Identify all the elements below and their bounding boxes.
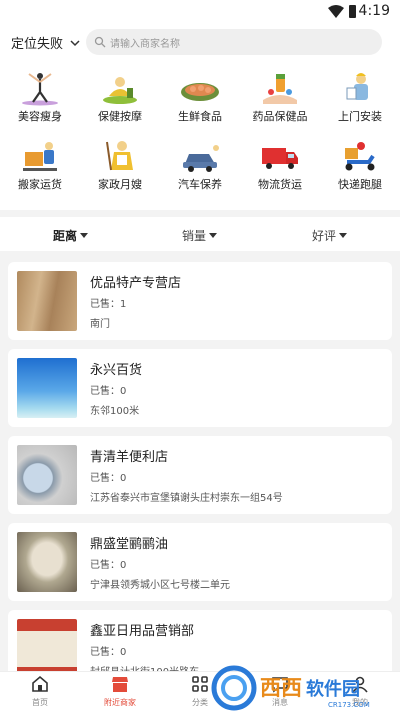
store-card[interactable]: 优品特产专营店 已售：1 南门	[8, 262, 392, 340]
category-label: 保健按摩	[98, 110, 142, 123]
sort-label: 距离	[53, 229, 78, 243]
search-icon	[94, 36, 106, 48]
category-label: 快递跑腿	[338, 178, 382, 191]
store-thumbnail	[17, 445, 77, 505]
store-sold-count: 已售：0	[90, 386, 127, 397]
dropdown-triangle-icon	[209, 233, 218, 238]
sort-bar: 距离 销量 好评	[0, 217, 400, 251]
category-installation[interactable]: 上门安装	[320, 64, 400, 124]
seafood-icon	[181, 83, 219, 101]
watermark-site: CR173.COM	[328, 701, 370, 709]
store-address: 宁津县领秀城小区七号楼二单元	[90, 580, 230, 591]
category-label: 药品保健品	[252, 110, 308, 123]
store-sold-count: 已售：0	[90, 647, 127, 658]
grid-icon	[192, 676, 208, 692]
category-massage[interactable]: 保健按摩	[80, 64, 160, 124]
store-name: 优品特产专营店	[90, 276, 182, 291]
category-label: 美容瘦身	[18, 110, 62, 123]
home-icon	[32, 675, 48, 692]
store-name: 鼎盛堂鹂鹂油	[90, 537, 169, 552]
dropdown-triangle-icon	[339, 233, 348, 238]
store-thumbnail	[17, 619, 77, 671]
category-medicine[interactable]: 药品保健品	[240, 64, 320, 124]
category-label: 生鲜食品	[178, 110, 222, 123]
store-name: 青清羊便利店	[90, 450, 169, 465]
yoga-icon	[22, 73, 58, 106]
tab-home[interactable]: 首页	[0, 675, 80, 708]
category-label: 上门安装	[338, 110, 382, 123]
store-card[interactable]: 鑫亚日用品营销部 已售：0 封邱县计北街100米路东	[8, 610, 392, 671]
sort-distance[interactable]: 距离	[53, 227, 89, 244]
status-time: 4:19	[358, 3, 390, 19]
wifi-icon	[328, 5, 344, 18]
tab-label: 首页	[32, 698, 48, 707]
search-placeholder: 请输入商家名称	[110, 38, 180, 50]
store-sold-count: 已售：0	[90, 560, 127, 571]
store-sold-count: 已售：1	[90, 299, 127, 310]
massage-icon	[103, 77, 137, 104]
category-courier[interactable]: 快递跑腿	[320, 132, 400, 192]
search-input[interactable]: 请输入商家名称	[86, 29, 382, 55]
watermark-text-1: 西西	[260, 676, 302, 700]
category-beauty[interactable]: 美容瘦身	[0, 64, 80, 124]
tab-nearby[interactable]: 附近商家	[80, 675, 160, 708]
store-card[interactable]: 青清羊便利店 已售：0 江苏省泰兴市宣堡镇谢头庄村崇东一组54号	[8, 436, 392, 514]
category-label: 物流货运	[258, 178, 302, 191]
installer-icon	[346, 73, 368, 100]
store-address: 东邻100米	[90, 406, 140, 417]
site-watermark-logo: 西西 软件园 CR173.COM	[211, 665, 370, 711]
battery-icon	[349, 5, 356, 18]
sort-label: 销量	[182, 229, 207, 243]
store-thumbnail	[17, 271, 77, 331]
mover-icon	[23, 142, 57, 171]
store-address: 江苏省泰兴市宣堡镇谢头庄村崇东一组54号	[90, 493, 283, 504]
category-grid: 美容瘦身 保健按摩 生鲜食品 药品保健品 上门安装 搬家运货 家政月嫂 汽车保养…	[0, 62, 400, 210]
dropdown-triangle-icon	[80, 233, 89, 238]
sort-sales[interactable]: 销量	[182, 227, 218, 244]
category-label: 搬家运货	[18, 178, 62, 191]
category-fresh-food[interactable]: 生鲜食品	[160, 64, 240, 124]
store-name: 鑫亚日用品营销部	[90, 624, 195, 639]
store-list: 优品特产专营店 已售：1 南门 永兴百货 已售：0 东邻100米 青清羊便利店 …	[0, 251, 400, 671]
car-service-icon	[183, 145, 219, 172]
store-address: 南门	[90, 319, 110, 330]
truck-icon	[262, 148, 298, 169]
chevron-down-icon	[70, 39, 80, 46]
watermark-text-2: 软件园	[306, 678, 360, 700]
courier-scooter-icon	[345, 142, 375, 171]
category-label: 汽车保养	[178, 178, 222, 191]
sort-rating[interactable]: 好评	[312, 227, 348, 244]
store-address: 封邱县计北街100米路东	[90, 663, 199, 671]
store-thumbnail	[17, 358, 77, 418]
category-housekeeping[interactable]: 家政月嫂	[80, 132, 160, 192]
tab-label: 附近商家	[104, 698, 136, 707]
store-card[interactable]: 永兴百货 已售：0 东邻100米	[8, 349, 392, 427]
location-selector[interactable]: 定位失败	[11, 33, 81, 52]
medicine-icon	[263, 74, 297, 104]
store-thumbnail	[17, 532, 77, 592]
header: 定位失败 请输入商家名称	[0, 24, 400, 62]
store-icon	[112, 677, 128, 692]
store-card[interactable]: 鼎盛堂鹂鹂油 已售：0 宁津县领秀城小区七号楼二单元	[8, 523, 392, 601]
location-label: 定位失败	[11, 37, 64, 52]
housekeeper-icon	[106, 141, 133, 171]
status-bar: 4:19	[0, 0, 400, 24]
category-moving[interactable]: 搬家运货	[0, 132, 80, 192]
category-logistics[interactable]: 物流货运	[240, 132, 320, 192]
store-sold-count: 已售：0	[90, 473, 127, 484]
category-label: 家政月嫂	[98, 178, 142, 191]
category-car-service[interactable]: 汽车保养	[160, 132, 240, 192]
store-name: 永兴百货	[90, 363, 143, 378]
sort-label: 好评	[312, 229, 337, 243]
